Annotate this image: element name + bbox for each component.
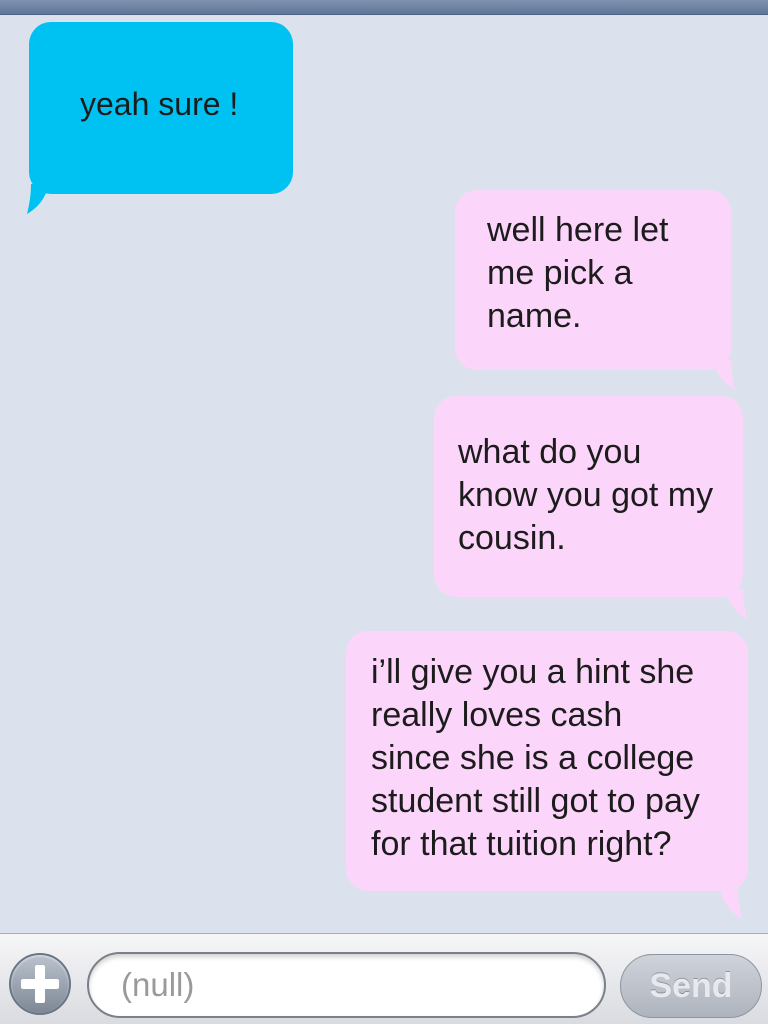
compose-bar: (null) Send xyxy=(0,933,768,1024)
message-bubble-incoming: yeah sure ! xyxy=(27,22,293,214)
attach-button[interactable] xyxy=(9,953,71,1015)
message-thread: yeah sure ! well here let me pick a name… xyxy=(0,15,768,933)
message-text: yeah sure ! xyxy=(80,86,239,122)
message-bubble-outgoing: what do you know you got my cousin. xyxy=(434,396,747,619)
message-text: well here let me pick a name. xyxy=(487,211,669,335)
bubble-tail xyxy=(27,184,49,214)
message-input[interactable]: (null) xyxy=(87,952,606,1018)
bubble-tail xyxy=(720,889,742,919)
messages-screen: yeah sure ! well here let me pick a name… xyxy=(0,0,768,1024)
send-button[interactable]: Send xyxy=(620,954,762,1018)
message-bubble-outgoing: well here let me pick a name. xyxy=(455,190,735,390)
message-text: i’ll give you a hint she really loves ca… xyxy=(371,653,700,863)
plus-icon xyxy=(21,965,59,1003)
bubble-tail xyxy=(713,360,735,390)
message-text: what do you know you got my cousin. xyxy=(458,433,714,557)
message-bubble-outgoing: i’ll give you a hint she really loves ca… xyxy=(346,631,748,919)
navigation-bar xyxy=(0,0,768,15)
bubble-tail xyxy=(725,589,747,619)
